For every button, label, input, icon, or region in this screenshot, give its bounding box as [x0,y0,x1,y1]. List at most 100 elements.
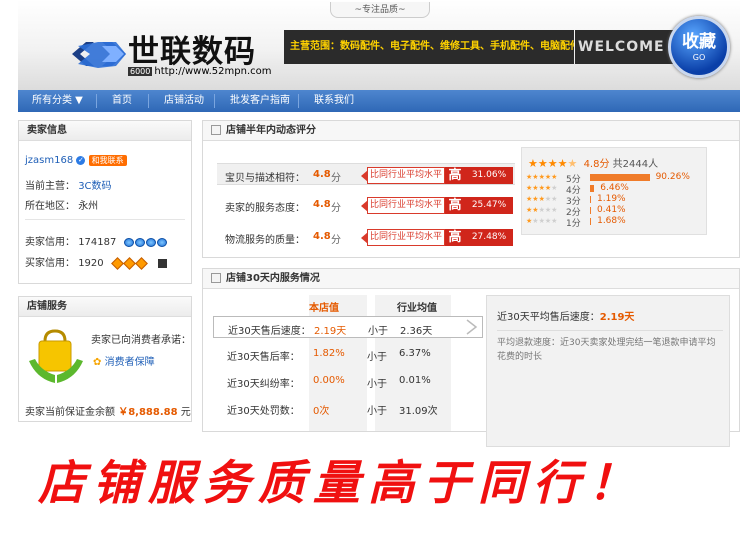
svc-less-than: 小于 [367,352,387,363]
distribution-bar [590,174,650,181]
deposit-row: 卖家当前保证金余额 ￥8,888.88 元 [25,403,191,418]
compare-text: 比同行业平均水平 [367,197,445,214]
url-tag: 6000 [128,67,153,76]
info-title: 近30天平均售后速度： [497,312,600,323]
distribution-row: ★★★★★ 5分 90.26% [526,172,706,185]
consumer-guarantee-link: 消费者保障 [104,357,155,368]
star-rating-icon: ★★★★★ [526,173,558,181]
main-business-link[interactable]: 3C数码 [78,181,111,192]
dsr-score: 4.8 [313,199,331,210]
svc30-title-text: 店铺30天内服务情况 [226,273,320,284]
diamond-icon [110,256,149,270]
distribution-bar [590,207,591,214]
star-icon: ★ [528,157,538,170]
distribution-pct: 1.68% [597,216,626,226]
dsr-row-service: 卖家的服务态度： 4.8 分 比同行业平均水平 高 25.47% [217,194,515,216]
svc-label: 近30天处罚数： [227,406,300,417]
col-shop-value: 本店值 [309,303,339,314]
distribution-label: 1分 [566,219,581,229]
nav-divider [298,94,299,108]
info-value: 2.19天 [599,312,635,323]
svc30-panel: 店铺30天内服务情况 本店值 行业均值 近30天售后速度： 2.19天 小于 2… [202,268,740,447]
dsr-compare: 比同行业平均水平 高 27.48% [361,229,513,246]
calendar-icon [211,273,221,283]
compare-pct: 31.06% [465,167,513,184]
star-icon: ★ [547,157,558,170]
consumer-guarantee-row[interactable]: ✿ 消费者保障 [93,353,155,368]
svc-less-than: 小于 [367,406,387,417]
svc-row-aftersale-speed: 近30天售后速度： 2.19天 小于 2.36天 [213,316,483,338]
svc-value: 1.82% [313,348,345,359]
nav-wholesale-guide[interactable]: 批发客户指南 [230,90,290,112]
favorite-button[interactable]: 收藏 GO [668,16,730,78]
favorite-go: GO [692,53,706,62]
compare-high: 高 [445,167,465,184]
store-service-panel: 店铺服务 卖家已向消费者承诺： ✿ 消费者保障 卖家当前保证金余额 ￥8,888… [18,296,192,422]
star-rating-icon: ★★★★★ [526,217,558,225]
nav-contact-us[interactable]: 联系我们 [314,90,354,112]
col-industry-avg: 行业均值 [397,303,437,314]
distribution-row: ★★★★★ 4分 6.46% [526,183,706,196]
seller-name[interactable]: jzasm168 [25,155,73,166]
compare-high: 高 [445,229,465,246]
dsr-title: 店铺半年内动态评分 [203,121,739,141]
svc-avg: 0.01% [399,375,431,386]
distribution-bar [590,185,595,192]
dsr-compare: 比同行业平均水平 高 25.47% [361,197,513,214]
svc-label: 近30天售后速度： [228,326,311,337]
compare-text: 比同行业平均水平 [367,167,445,184]
deposit-value: 8,888.88 [128,407,178,418]
chevron-right-icon [466,319,478,335]
nav-divider [214,94,215,108]
dsr-score: 4.8 [313,231,331,242]
contact-seller-button[interactable]: 和我联系 [88,155,127,166]
shop-url[interactable]: 6000 http://www.52mpn.com [128,66,271,77]
distribution-row: ★★★★★ 3分 1.19% [526,194,706,207]
buyer-credit-label: 买家信用： [25,258,75,269]
location-value: 永州 [78,201,99,212]
panel-title: 卖家信息 [19,121,191,141]
distribution-pct: 0.41% [597,205,626,215]
promo-slogan: 店铺服务质量高于同行！ [38,456,643,511]
nav-activities[interactable]: 店铺活动 [164,90,204,112]
main-business-label: 当前主营： [25,181,75,192]
location-row: 所在地区： 永州 [25,197,98,212]
seller-credit-label: 卖家信用： [25,237,75,248]
svc-value: 2.19天 [314,326,347,337]
deposit-unit: 元 [180,407,191,418]
dsr-row-logistics: 物流服务的质量： 4.8 分 比同行业平均水平 高 27.48% [217,226,515,248]
svc-avg: 2.36天 [400,326,433,337]
location-label: 所在地区： [25,201,75,212]
dsr-row-description: 宝贝与描述相符： 4.8 分 比同行业平均水平 高 31.06% [217,163,515,185]
seller-promise: 卖家已向消费者承诺： [91,335,191,346]
distribution-row: ★★★★★ 1分 1.68% [526,216,706,229]
svc-avg: 31.09次 [399,406,438,417]
svc30-title: 店铺30天内服务情况 [203,269,739,289]
dsr-score: 4.8 [313,169,331,180]
nav-all-categories[interactable]: 所有分类 ▼ [32,90,83,112]
compare-text: 比同行业平均水平 [367,229,445,246]
star-rating-icon: ★★★★★ [526,206,558,214]
shop-banner: ~专注品质~ 世联数码 6000 http://www.52mpn.com 主营范… [18,0,740,90]
guarantee-icon: ✿ [93,357,102,368]
divider [25,219,185,220]
compare-pct: 25.47% [465,197,513,214]
guarantee-shopping-bag-icon [29,329,83,383]
dsr-label: 宝贝与描述相符： [225,173,305,184]
dsr-unit: 分 [331,235,341,246]
seller-credit-row: 卖家信用： 174187 [25,233,168,248]
svc-less-than: 小于 [367,379,387,390]
overall-score: 4.8分 [583,159,610,170]
banner-slogan: ~专注品质~ [330,2,430,18]
deposit-label: 卖家当前保证金余额 [25,407,115,418]
distribution-bar [590,196,591,203]
star-rating-icon: ★★★★★ [526,195,558,203]
flag-icon [158,258,168,268]
svc-avg: 6.37% [399,348,431,359]
star-icon: ★ [557,157,568,170]
compare-pct: 27.48% [465,229,513,246]
svc-row-dispute-rate: 近30天纠纷率： 0.00% 小于 0.01% [213,370,483,392]
nav-home[interactable]: 首页 [112,90,132,112]
url-text: http://www.52mpn.com [154,66,272,77]
distribution-bar [590,218,592,225]
